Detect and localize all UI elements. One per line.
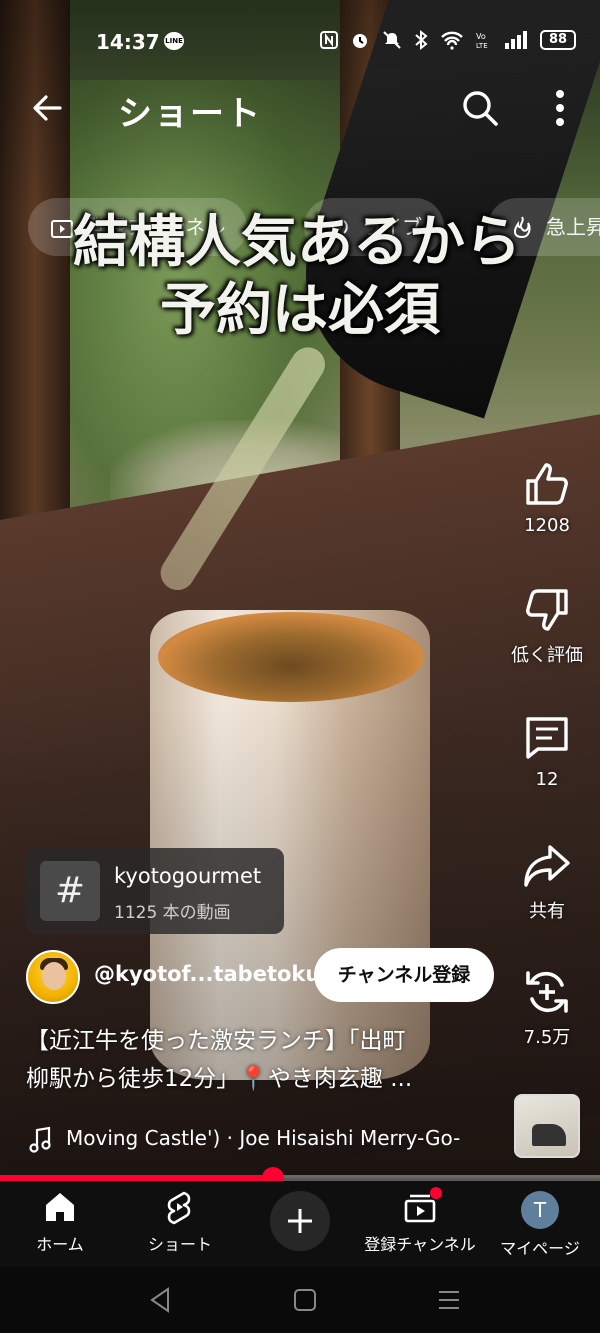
shorts-icon: [167, 1191, 191, 1225]
music-note-icon: [29, 1126, 51, 1153]
description-line-1: 【近江牛を使った激安ランチ】「出町: [26, 1028, 406, 1054]
back-arrow-icon[interactable]: [28, 88, 68, 128]
nfc-icon: [320, 31, 338, 49]
avatar-face: [42, 962, 66, 990]
volte-icon: VoLTE: [476, 32, 488, 50]
nav-subscriptions-label: 登録チャンネル: [364, 1235, 476, 1254]
caption-line-1: 結構人気あるから: [73, 209, 521, 275]
sound-thumbnail[interactable]: [514, 1094, 580, 1158]
svg-text:LTE: LTE: [476, 42, 488, 50]
nav-shorts[interactable]: ショート: [120, 1189, 240, 1255]
remix-button[interactable]: 7.5万: [500, 967, 594, 1049]
system-nav-bar: [0, 1267, 600, 1333]
comments-button[interactable]: 12: [500, 713, 594, 790]
hashtag-card[interactable]: # kyotogourmet 1125 本の動画: [26, 848, 284, 934]
status-bar: 14:37 LINE Vo LTE 88: [0, 22, 600, 62]
status-time: 14:37: [96, 30, 160, 54]
channel-avatar[interactable]: [26, 950, 80, 1004]
wifi-icon: [441, 31, 463, 50]
home-icon: [46, 1193, 74, 1221]
remix-icon: [526, 971, 568, 1013]
comments-count: 12: [535, 769, 559, 790]
subscriptions-icon-wrap: [402, 1187, 442, 1225]
nav-home[interactable]: ホーム: [0, 1189, 120, 1255]
hashtag-icon: #: [40, 861, 100, 921]
like-button[interactable]: 1208: [500, 459, 594, 536]
channel-handle[interactable]: @kyotof...tabetoku: [94, 962, 320, 986]
alarm-icon: [353, 34, 367, 48]
thumb-down-icon: [526, 589, 568, 631]
shorts-header: ショート: [0, 78, 600, 138]
piano-image: [532, 1124, 566, 1146]
bottom-nav: ホーム ショート 登録チャンネル T マイページ: [0, 1181, 600, 1267]
description-line-2: 柳駅から徒歩12分」📍やき肉玄趣 ...: [26, 1066, 413, 1092]
dislike-button[interactable]: 低く評価: [500, 585, 594, 667]
status-icons: Vo LTE 88: [320, 30, 576, 50]
video-description[interactable]: 【近江牛を使った激安ランチ】「出町 柳駅から徒歩12分」📍やき肉玄趣 ...: [26, 1022, 496, 1098]
system-recents-icon[interactable]: [432, 1283, 466, 1317]
hashtag-name: kyotogourmet: [114, 864, 262, 888]
search-icon[interactable]: [460, 88, 500, 128]
music-row[interactable]: Moving Castle') · Joe Hisaishi Merry-Go-: [26, 1124, 500, 1156]
more-vert-icon[interactable]: [548, 86, 572, 130]
plus-icon: [288, 1209, 312, 1233]
remix-count: 7.5万: [523, 1027, 571, 1048]
caption-line-2: 予約は必須: [160, 277, 440, 343]
dislike-label: 低く評価: [511, 645, 583, 666]
hashtag-video-count: 1125 本の動画: [114, 903, 231, 923]
battery-icon: 88: [540, 30, 576, 50]
svg-text:Vo: Vo: [476, 32, 486, 41]
video-caption-overlay: 結構人気あるから 予約は必須: [0, 208, 600, 344]
nav-you-label: マイページ: [500, 1239, 580, 1258]
system-home-icon[interactable]: [288, 1283, 322, 1317]
line-notification-icon: LINE: [164, 32, 184, 50]
create-button[interactable]: [270, 1191, 330, 1251]
new-content-dot: [430, 1187, 442, 1199]
nav-subscriptions[interactable]: 登録チャンネル: [360, 1187, 480, 1255]
music-track: Moving Castle') · Joe Hisaishi Merry-Go-: [66, 1126, 461, 1150]
share-icon: [524, 845, 570, 887]
comment-icon: [526, 717, 568, 759]
signal-icon: [505, 31, 527, 49]
share-label: 共有: [529, 901, 565, 922]
nav-you[interactable]: T マイページ: [480, 1189, 600, 1259]
system-back-icon[interactable]: [144, 1283, 178, 1317]
mute-icon: [383, 31, 401, 49]
subscribe-button[interactable]: チャンネル登録: [314, 948, 494, 1002]
like-count: 1208: [524, 515, 570, 536]
share-button[interactable]: 共有: [500, 841, 594, 923]
user-avatar: T: [521, 1191, 559, 1229]
nav-home-label: ホーム: [36, 1235, 84, 1254]
channel-row: @kyotof...tabetoku チャンネル登録: [26, 948, 496, 1004]
page-title: ショート: [118, 94, 262, 134]
thumb-up-icon: [526, 463, 568, 505]
bluetooth-icon: [415, 30, 428, 50]
nav-shorts-label: ショート: [147, 1235, 212, 1254]
